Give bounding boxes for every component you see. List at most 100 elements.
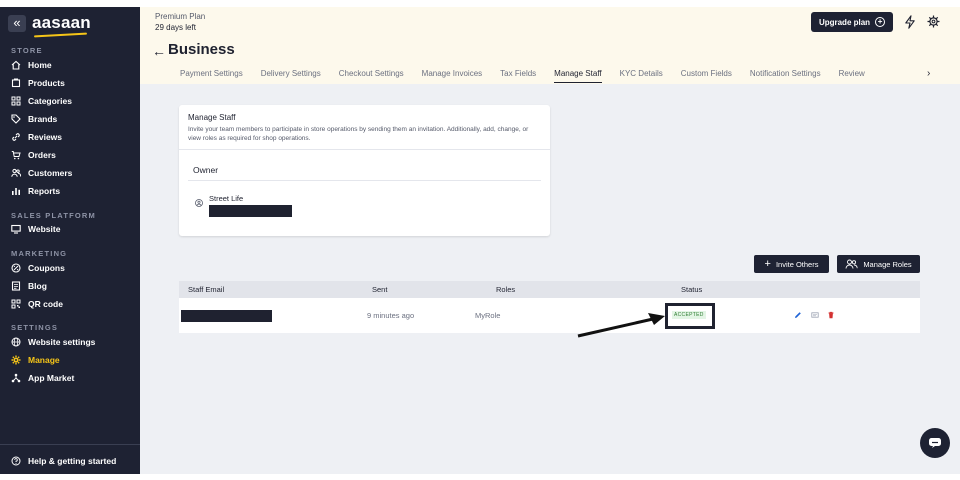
owner-heading: Owner [193,165,219,175]
help-label: Help & getting started [28,456,117,466]
manage-roles-button[interactable]: Manage Roles [837,255,920,273]
column-header-status: Status [681,285,703,294]
tab-kyc-details[interactable]: KYC Details [620,69,663,83]
sidebar-item-label: Manage [28,355,60,365]
coupon-icon [11,263,21,273]
sidebar-item-label: Reviews [28,132,63,142]
bar-chart-icon [12,188,20,195]
sidebar-item-coupons[interactable]: Coupons [11,261,65,275]
sidebar-item-label: QR code [28,299,63,309]
sidebar-item-blog[interactable]: Blog [11,279,47,293]
sidebar-item-website[interactable]: Website [11,222,60,236]
globe-icon [11,337,21,347]
card-title: Manage Staff [188,113,236,122]
page-header: Premium Plan 29 days left Upgrade plan +… [140,7,960,84]
sidebar-item-label: Reports [28,186,61,196]
sidebar-item-label: Website [28,224,61,234]
sidebar-item-website-settings[interactable]: Website settings [11,335,95,349]
sidebar-item-reviews[interactable]: Reviews [11,130,62,144]
sidebar-item-label: Products [28,78,65,88]
help-link[interactable]: Help & getting started [11,454,116,468]
column-header-sent: Sent [372,285,388,294]
sidebar-item-manage[interactable]: Manage [11,353,60,367]
app-window: « aasaan STORE Home Products Categories … [0,7,960,474]
sidebar-item-app-market[interactable]: App Market [11,371,74,385]
section-sales-platform: SALES PLATFORM [11,211,96,220]
tab-payment-settings[interactable]: Payment Settings [180,69,243,83]
table-header: Staff Email Sent Roles Status [179,281,920,298]
plan-days-left: 29 days left [155,23,196,32]
invite-others-button[interactable]: + Invite Others [754,255,829,273]
sidebar-item-reports[interactable]: Reports [11,184,60,198]
upgrade-plan-button[interactable]: Upgrade plan + [811,12,893,32]
back-arrow-icon[interactable]: ← [152,43,166,59]
chat-support-button[interactable] [920,428,950,458]
sidebar-item-label: Website settings [28,337,96,347]
brand-logo[interactable]: aasaan [32,13,91,33]
section-marketing: MARKETING [11,249,68,258]
card-divider [179,149,550,150]
sidebar: « aasaan STORE Home Products Categories … [0,7,140,474]
redacted-staff-email [181,310,272,322]
sidebar-item-label: Home [28,60,52,70]
tab-notification-settings[interactable]: Notification Settings [750,69,821,83]
column-header-roles: Roles [496,285,516,294]
sidebar-divider [0,444,140,445]
card-description: Invite your team members to participate … [188,126,529,142]
plan-name: Premium Plan [155,12,206,21]
sidebar-item-label: Categories [28,96,72,106]
chat-icon [929,438,941,448]
chevron-right-icon[interactable]: › [927,68,930,79]
sidebar-item-products[interactable]: Products [11,76,65,90]
sidebar-item-home[interactable]: Home [11,58,52,72]
main-content: Manage Staff Invite your team members to… [140,84,960,474]
users-icon [845,259,858,269]
user-icon [195,199,203,207]
categories-icon [11,96,21,106]
table-row: 9 minutes ago MyRole ACCEPTED [179,298,920,333]
lightning-icon[interactable] [904,15,916,29]
owner-name: Street Life [209,194,244,203]
network-icon [11,373,21,383]
tab-delivery-settings[interactable]: Delivery Settings [261,69,321,83]
gear-icon [11,355,21,365]
tab-manage-invoices[interactable]: Manage Invoices [422,69,482,83]
tab-review[interactable]: Review [839,69,865,83]
collapse-sidebar-button[interactable]: « [8,14,26,32]
cart-icon [11,151,21,160]
role-name: MyRole [475,311,501,320]
delete-trash-icon[interactable] [827,311,835,319]
sidebar-item-qr-code[interactable]: QR code [11,297,63,311]
message-icon[interactable] [811,311,819,319]
page-title: Business [168,41,235,58]
tab-tax-fields[interactable]: Tax Fields [500,69,536,83]
owner-divider [188,180,541,181]
section-store: STORE [11,46,43,55]
sidebar-item-brands[interactable]: Brands [11,112,57,126]
settings-tabs: Payment Settings Delivery Settings Check… [180,69,883,83]
tab-manage-staff[interactable]: Manage Staff [554,69,602,83]
sidebar-item-label: Customers [28,168,73,178]
plus-circle-icon: + [875,17,886,27]
status-badge: ACCEPTED [672,311,706,319]
document-icon [11,281,21,291]
section-settings: SETTINGS [11,323,59,332]
sidebar-item-customers[interactable]: Customers [11,166,72,180]
sidebar-item-label: Blog [28,281,47,291]
plus-icon: + [764,258,771,270]
annotation-arrow-icon [577,313,665,338]
sidebar-item-orders[interactable]: Orders [11,148,56,162]
users-icon [11,168,21,177]
sidebar-item-label: Brands [28,114,58,124]
sidebar-item-label: Orders [28,150,56,160]
upgrade-plan-label: Upgrade plan [818,17,871,27]
logo-row: « aasaan [8,13,91,33]
tab-checkout-settings[interactable]: Checkout Settings [339,69,404,83]
tab-custom-fields[interactable]: Custom Fields [681,69,732,83]
staff-table: Staff Email Sent Roles Status 9 minutes … [179,281,920,333]
settings-gear-icon[interactable] [927,15,940,28]
sidebar-item-categories[interactable]: Categories [11,94,72,108]
qr-code-icon [11,299,21,309]
manage-roles-label: Manage Roles [863,259,912,269]
edit-pencil-icon[interactable] [794,311,802,319]
